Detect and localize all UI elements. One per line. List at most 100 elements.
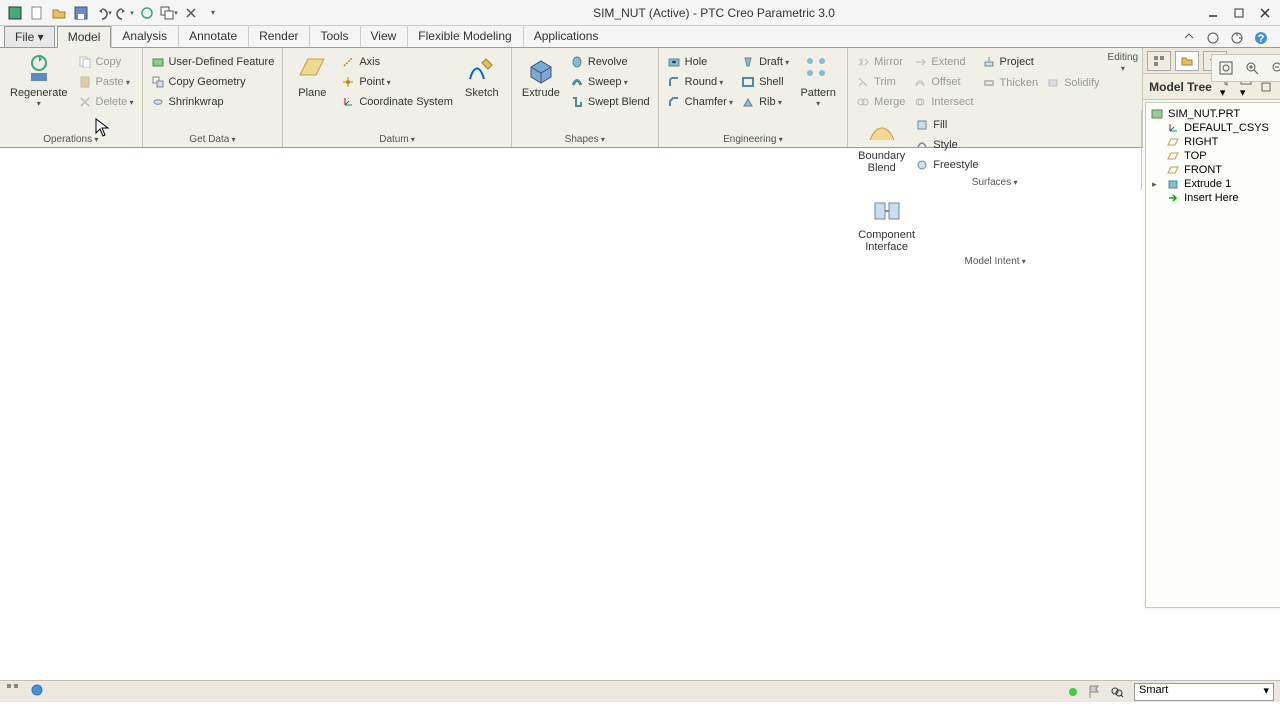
windows-icon[interactable]: ▾: [160, 4, 178, 22]
tab-analysis[interactable]: Analysis: [111, 25, 178, 47]
pattern-button[interactable]: Pattern ▾: [793, 51, 843, 133]
zoomin-icon[interactable]: [1240, 57, 1264, 79]
save-icon[interactable]: [72, 4, 90, 22]
revolve-button[interactable]: Revolve: [566, 53, 654, 71]
tree-item-top[interactable]: TOP: [1148, 149, 1280, 163]
hole-button[interactable]: Hole: [663, 53, 737, 71]
mirror-button: Mirror: [852, 53, 909, 71]
status-tree-icon[interactable]: [6, 683, 24, 701]
axis-button[interactable]: Axis: [337, 53, 457, 71]
sketch-button[interactable]: Sketch: [457, 51, 507, 133]
sweptblend-button[interactable]: Swept Blend: [566, 93, 654, 111]
status-find-icon[interactable]: [1110, 685, 1124, 699]
learning-icon[interactable]: [1206, 31, 1222, 47]
quick-access-toolbar: ▾ ▾ ▾ ▾: [0, 4, 222, 22]
plane-tree-icon: [1166, 164, 1180, 176]
minimize-button[interactable]: [1206, 6, 1220, 20]
close-button[interactable]: [1258, 6, 1272, 20]
style-button[interactable]: Style: [911, 136, 982, 154]
zoomout-icon[interactable]: [1266, 57, 1280, 79]
boundaryblend-button[interactable]: Boundary Blend: [852, 114, 911, 176]
compinterface-button[interactable]: Component Interface: [852, 193, 921, 255]
extrude-button[interactable]: Extrude: [516, 51, 566, 133]
trim-icon: [856, 75, 870, 89]
tree-item-right[interactable]: RIGHT: [1148, 135, 1280, 149]
revolve-icon: [570, 55, 584, 69]
udf-icon: [151, 55, 165, 69]
group-label-getdata[interactable]: Get Data: [143, 133, 283, 147]
delete-button: Delete: [74, 93, 138, 111]
fill-button[interactable]: Fill: [911, 116, 982, 134]
group-label-datum[interactable]: Datum: [283, 133, 511, 147]
offset-icon: [913, 75, 927, 89]
status-flag-icon[interactable]: [1088, 685, 1100, 699]
group-label-operations[interactable]: Operations: [0, 133, 142, 147]
group-label-surfaces[interactable]: Surfaces: [848, 176, 1141, 190]
rib-button[interactable]: Rib: [737, 93, 793, 111]
draft-button[interactable]: Draft: [737, 53, 793, 71]
group-label-editing[interactable]: Editing: [1108, 51, 1139, 111]
tab-applications[interactable]: Applications: [523, 25, 610, 47]
tab-render[interactable]: Render: [248, 25, 309, 47]
open-icon[interactable]: [50, 4, 68, 22]
shrinkwrap-button[interactable]: Shrinkwrap: [147, 93, 279, 111]
tab-tools[interactable]: Tools: [309, 25, 359, 47]
round-icon: [667, 75, 681, 89]
round-button[interactable]: Round: [663, 73, 737, 91]
group-label-engineering[interactable]: Engineering: [659, 133, 848, 147]
sweep-button[interactable]: Sweep: [566, 73, 654, 91]
app-menu-icon[interactable]: [6, 4, 24, 22]
plane-tree-icon: [1166, 136, 1180, 148]
tab-model[interactable]: Model: [57, 26, 112, 48]
group-label-modelintent[interactable]: Model Intent: [848, 255, 1142, 269]
pattern-icon: [802, 53, 834, 85]
thicken-icon: [982, 76, 996, 90]
csys-button[interactable]: Coordinate System: [337, 93, 457, 111]
extrude-icon: [525, 53, 557, 85]
tree-item-extrude1[interactable]: ▸Extrude 1: [1148, 177, 1280, 191]
udf-button[interactable]: User-Defined Feature: [147, 53, 279, 71]
compinterface-icon: [871, 195, 903, 227]
undo-icon[interactable]: ▾: [94, 4, 112, 22]
file-tab[interactable]: File ▾: [4, 26, 55, 47]
tree-tab-navigator[interactable]: [1147, 51, 1171, 71]
refit-icon[interactable]: [1214, 57, 1238, 79]
thicken-button: Thicken Solidify: [978, 73, 1108, 93]
tab-flexible[interactable]: Flexible Modeling: [407, 25, 522, 47]
paste-icon: [78, 75, 92, 89]
group-label-shapes[interactable]: Shapes: [512, 133, 658, 147]
chamfer-button[interactable]: Chamfer: [663, 93, 737, 111]
tree-root[interactable]: SIM_NUT.PRT: [1148, 107, 1280, 121]
tab-view[interactable]: View: [360, 25, 408, 47]
csys-tree-icon: [1166, 122, 1180, 134]
point-button[interactable]: Point: [337, 73, 457, 91]
project-button[interactable]: Project: [978, 53, 1108, 71]
tree-item-front[interactable]: FRONT: [1148, 163, 1280, 177]
shell-button[interactable]: Shell: [737, 73, 793, 91]
copygeom-button[interactable]: Copy Geometry: [147, 73, 279, 91]
new-icon[interactable]: [28, 4, 46, 22]
tab-annotate[interactable]: Annotate: [178, 25, 248, 47]
titlebar: ▾ ▾ ▾ ▾ SIM_NUT (Active) - PTC Creo Para…: [0, 0, 1280, 26]
sweep-icon: [570, 75, 584, 89]
trim-button: Trim: [852, 73, 909, 91]
help-icon[interactable]: ?: [1254, 31, 1270, 47]
selection-filter-dropdown[interactable]: Smart▾: [1134, 683, 1274, 701]
main-area: Model Tree ▾ ▾ SIM_NUT.PRT DEFAULT_CSYS …: [1143, 48, 1280, 610]
redo-icon[interactable]: ▾: [116, 4, 134, 22]
expander-icon[interactable]: ▸: [1152, 179, 1162, 190]
maximize-button[interactable]: [1232, 6, 1246, 20]
tree-tab-folder[interactable]: [1175, 51, 1199, 71]
refresh-help-icon[interactable]: [1230, 31, 1246, 47]
tree-item-csys[interactable]: DEFAULT_CSYS: [1148, 121, 1280, 135]
status-browser-icon[interactable]: [30, 683, 48, 701]
regenerate-button[interactable]: Regenerate ▾: [4, 51, 74, 133]
tree-item-insert[interactable]: Insert Here: [1148, 191, 1280, 205]
freestyle-button[interactable]: Freestyle: [911, 156, 982, 174]
qat-dropdown-icon[interactable]: ▾: [204, 4, 222, 22]
close-window-icon[interactable]: [182, 4, 200, 22]
search-commands-icon[interactable]: [1182, 31, 1198, 47]
regenerate-icon[interactable]: [138, 4, 156, 22]
tree-settings-icon[interactable]: [1260, 81, 1272, 93]
plane-button[interactable]: Plane: [287, 51, 337, 133]
